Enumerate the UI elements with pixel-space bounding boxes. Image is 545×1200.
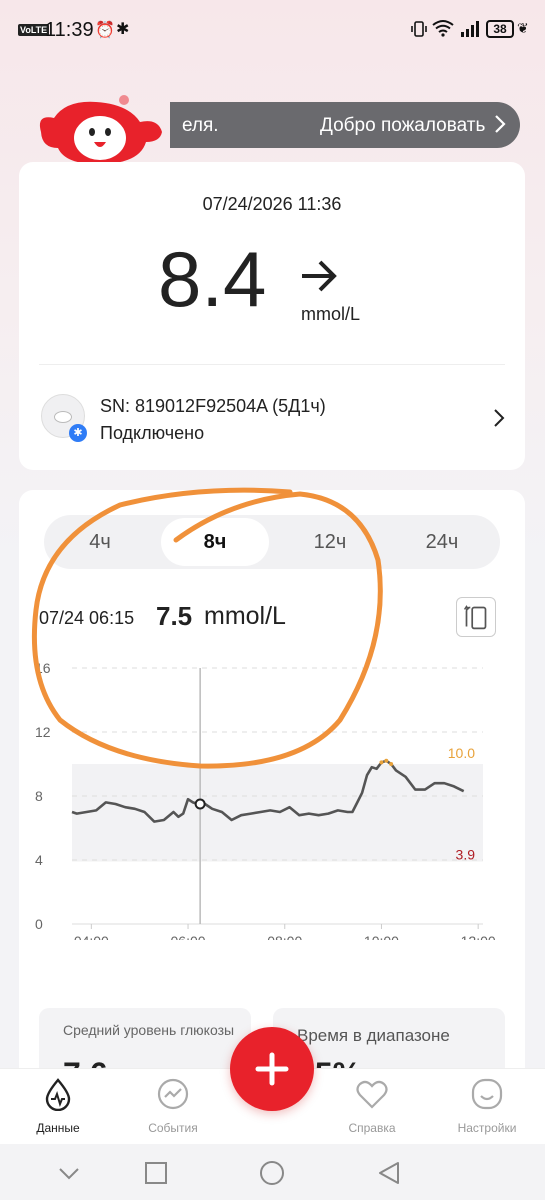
tab-12h[interactable]: 12ч xyxy=(276,518,384,566)
time-range-selector: 4ч 8ч 12ч 24ч xyxy=(44,515,500,569)
tab-4h[interactable]: 4ч xyxy=(46,518,154,566)
tab-8h[interactable]: 8ч xyxy=(161,518,269,566)
glucose-reading-card: 07/24/2026 11:36 ✱ SN: 819012F92504A (5Д… xyxy=(19,162,525,470)
glucose-chart-card: 4ч 8ч 12ч 24ч 07/24 06:15 7.5 mmol/L 0 4 8… xyxy=(19,490,525,1110)
bluetooth-icon: ✱ xyxy=(116,21,130,38)
battery-indicator: 38 xyxy=(486,20,514,38)
heart-icon xyxy=(356,1080,388,1109)
banner-left-text: еля. xyxy=(182,115,219,136)
mascot-icon xyxy=(39,95,163,165)
home-icon[interactable] xyxy=(259,1160,285,1186)
glucose-value: 8.4 xyxy=(158,235,267,323)
cursor-point xyxy=(194,798,206,810)
y-tick-label: 8 xyxy=(35,788,43,804)
recent-apps-icon[interactable] xyxy=(143,1160,169,1186)
selected-point-time: 07/24 06:15 xyxy=(39,608,135,628)
nav-label-data: Данные xyxy=(36,1121,80,1135)
x-tick-label: 06:00 xyxy=(171,933,206,940)
events-icon xyxy=(157,1078,189,1110)
alarm-icon: ⏰ xyxy=(95,22,115,39)
nav-label-events: События xyxy=(148,1121,198,1135)
selected-point-unit: mmol/L xyxy=(204,602,286,630)
glucose-line-chart[interactable]: 0 4 8 12 16 04:00 06:00 08:00 10:00 12:00 10.0 3.9 xyxy=(19,640,525,940)
high-point xyxy=(379,760,384,765)
x-tick-label: 12:00 xyxy=(461,933,496,940)
nav-item-settings[interactable]: Настройки xyxy=(442,1077,532,1135)
reading-timestamp: 07/24/2026 11:36 xyxy=(202,194,342,214)
welcome-banner[interactable]: еля. Добро пожаловать xyxy=(170,102,520,148)
signal-icon xyxy=(461,21,479,37)
banner-welcome-text: Добро пожаловать xyxy=(320,115,486,136)
x-tick-label: 08:00 xyxy=(267,933,302,940)
rotate-screen-icon[interactable] xyxy=(456,597,496,637)
low-threshold-label: 3.9 xyxy=(456,847,476,863)
x-tick-label: 10:00 xyxy=(364,933,399,940)
vibrate-icon xyxy=(411,21,427,37)
y-tick-label: 0 xyxy=(35,916,43,932)
bluetooth-badge-icon: ✱ xyxy=(69,424,87,442)
back-icon[interactable] xyxy=(376,1160,402,1186)
sensor-status: Подключено xyxy=(100,423,205,443)
nav-item-help[interactable]: Справка xyxy=(327,1077,417,1135)
plus-icon xyxy=(255,1052,289,1086)
x-tick-label: 04:00 xyxy=(74,933,109,940)
selected-point-value: 7.5 xyxy=(156,601,193,631)
status-clock: 11:39 xyxy=(45,19,94,41)
wifi-icon xyxy=(432,20,454,37)
arrow-right-icon xyxy=(302,260,337,292)
chevron-right-icon[interactable] xyxy=(493,408,505,428)
time-in-range-label: Время в диапазоне xyxy=(297,1026,450,1045)
drop-icon xyxy=(45,1078,71,1111)
chevron-right-icon xyxy=(495,115,506,133)
nav-item-events[interactable]: События xyxy=(128,1077,218,1135)
settings-icon xyxy=(471,1078,503,1110)
high-threshold-label: 10.0 xyxy=(448,745,475,761)
nav-label-help: Справка xyxy=(348,1121,396,1135)
status-bar: VoLTE 11:39 ⏰ ✱ 38 ❦ xyxy=(0,0,545,60)
average-glucose-label: Средний уровень глюкозы xyxy=(63,1022,235,1038)
divider xyxy=(39,364,505,365)
sensor-serial: SN: 819012F92504A (5Д1ч) xyxy=(100,396,326,416)
eco-leaf-icon: ❦ xyxy=(517,20,529,36)
glucose-unit: mmol/L xyxy=(301,304,361,324)
y-tick-label: 12 xyxy=(35,724,51,740)
chevron-down-icon[interactable] xyxy=(56,1160,82,1186)
y-tick-label: 16 xyxy=(35,660,51,676)
system-navigation-bar xyxy=(0,1144,545,1200)
tab-24h[interactable]: 24ч xyxy=(388,518,496,566)
high-point xyxy=(389,762,394,766)
y-tick-label: 4 xyxy=(35,852,43,868)
nav-label-settings: Настройки xyxy=(457,1121,517,1135)
high-point xyxy=(384,758,389,763)
nav-item-data[interactable]: Данные xyxy=(13,1077,103,1135)
add-entry-button[interactable] xyxy=(230,1027,314,1111)
